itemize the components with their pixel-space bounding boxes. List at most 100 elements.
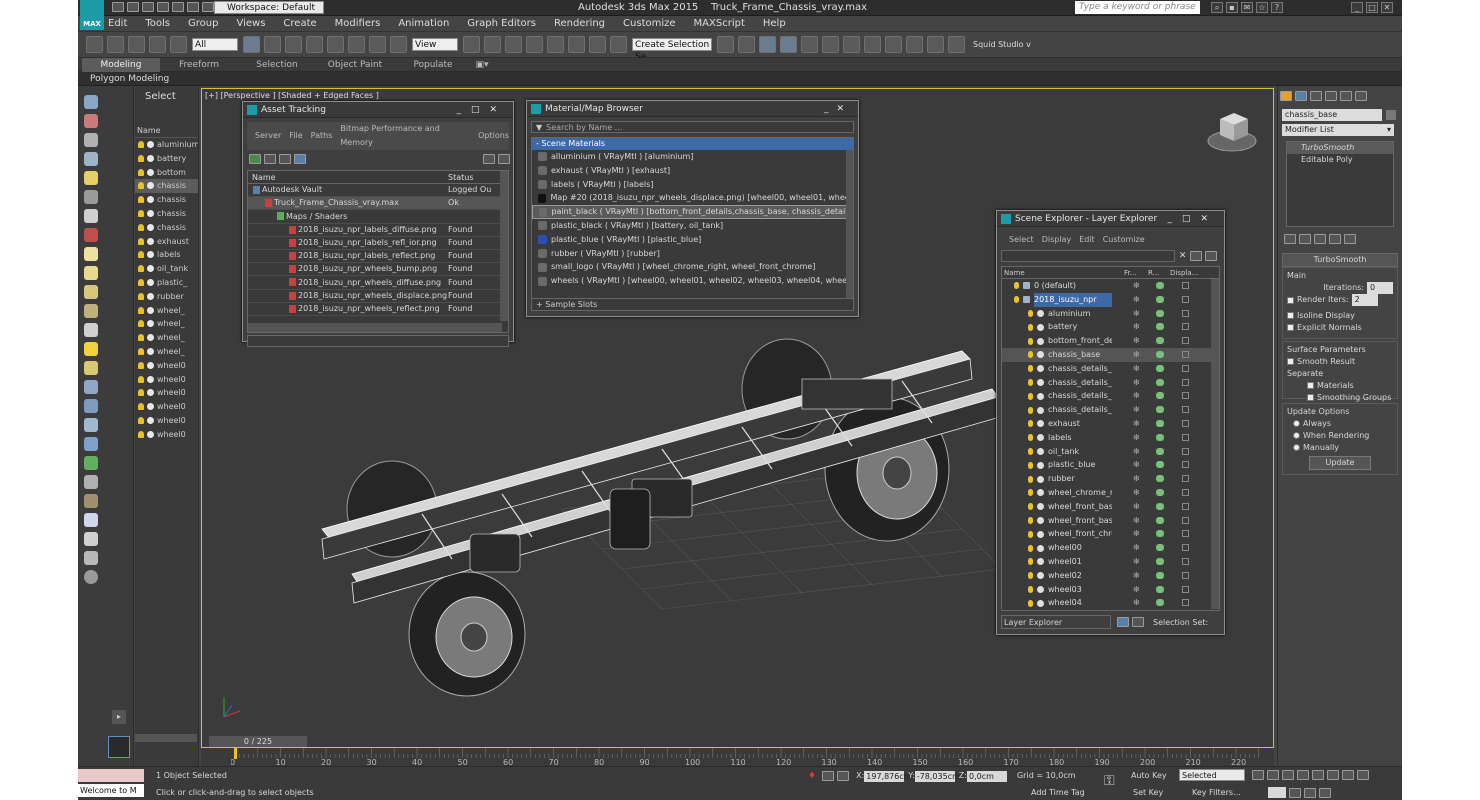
percent-snap-icon[interactable]: [568, 36, 585, 53]
visibility-bulb-icon[interactable]: [1028, 489, 1033, 497]
visibility-bulb-icon[interactable]: [1028, 420, 1033, 428]
list-item[interactable]: chassis: [135, 179, 198, 194]
visibility-bulb-icon[interactable]: [1028, 544, 1033, 552]
rendered-frame-icon[interactable]: [906, 36, 923, 53]
table-row[interactable]: 2018_isuzu_npr_labels_refl_ior.png Found: [248, 237, 508, 250]
menu-file[interactable]: File: [289, 129, 302, 143]
menu-tools[interactable]: Tools: [145, 16, 170, 32]
material-search-input[interactable]: Search by Name ...: [546, 123, 622, 132]
table-row[interactable]: Autodesk Vault Logged Ou: [248, 184, 508, 198]
isolate-selection-icon[interactable]: ♦: [808, 771, 816, 781]
table-row[interactable]: 2018_isuzu_npr_wheels_reflect.png Found: [248, 303, 508, 316]
list-item[interactable]: plastic_blue ( VRayMtl ) [plastic_blue]: [532, 233, 853, 247]
z-coordinate-field[interactable]: 0,0cm: [966, 770, 1007, 782]
list-item[interactable]: plastic_: [135, 276, 198, 290]
viewport-thumbnail[interactable]: [108, 736, 130, 758]
display-box-icon[interactable]: [1182, 557, 1189, 565]
table-row[interactable]: chassis_details_1 ✻: [1002, 362, 1219, 376]
menu-help[interactable]: Help: [763, 16, 786, 32]
particle-icon[interactable]: [84, 380, 98, 394]
materials-checkbox[interactable]: [1307, 382, 1314, 389]
list-item[interactable]: oil_tank: [135, 262, 198, 276]
display-box-icon[interactable]: [1182, 516, 1189, 524]
display-tab-icon[interactable]: [1340, 91, 1352, 101]
mirror-icon[interactable]: [717, 36, 734, 53]
display-box-icon[interactable]: [1182, 337, 1189, 345]
render-teapot-icon[interactable]: [1156, 282, 1164, 289]
freeze-icon[interactable]: ✻: [1133, 362, 1140, 376]
scene-explorer-icon[interactable]: [759, 36, 776, 53]
visibility-bulb-icon[interactable]: [1028, 337, 1033, 345]
scene-explorer-title[interactable]: Scene Explorer - Layer Explorer _□✕: [997, 211, 1224, 227]
render-teapot-icon[interactable]: [1156, 571, 1164, 579]
snaps-toggle-icon[interactable]: [526, 36, 543, 53]
render-production-icon[interactable]: [927, 36, 944, 53]
menu-display[interactable]: Display: [1042, 233, 1072, 247]
table-row[interactable]: wheel04 ✻: [1002, 596, 1219, 610]
column-header-freeze[interactable]: Fr...: [1124, 269, 1148, 277]
rectangular-selection-icon[interactable]: [285, 36, 302, 53]
visibility-bulb-icon[interactable]: [1028, 572, 1033, 580]
filter-icon[interactable]: [1205, 251, 1217, 261]
list-item[interactable]: rubber: [135, 290, 198, 304]
teapot-icon[interactable]: [84, 95, 98, 109]
tab-freeform[interactable]: Freeform: [160, 58, 238, 72]
list-item[interactable]: wheel0: [135, 428, 198, 442]
menu-customize[interactable]: Customize: [1103, 233, 1145, 247]
sort-hierarchy-icon[interactable]: [1132, 617, 1144, 627]
remove-modifier-icon[interactable]: [1329, 234, 1341, 244]
visibility-bulb-icon[interactable]: [1028, 434, 1033, 442]
tab-populate[interactable]: Populate: [394, 58, 472, 72]
ribbon-options-icon[interactable]: ▣▾: [472, 58, 492, 72]
display-box-icon[interactable]: [1182, 282, 1189, 289]
list-item[interactable]: small_logo ( VRayMtl ) [wheel_chrome_rig…: [532, 260, 853, 274]
freeze-icon[interactable]: ✻: [1133, 486, 1140, 500]
modify-tab-icon[interactable]: [1295, 91, 1307, 101]
visibility-bulb-icon[interactable]: [1028, 530, 1033, 538]
render-teapot-icon[interactable]: [1156, 475, 1164, 483]
box-icon[interactable]: [84, 247, 98, 261]
freeze-icon[interactable]: ✻: [1133, 334, 1140, 348]
material-editor-icon[interactable]: [864, 36, 881, 53]
select-by-name-icon[interactable]: [264, 36, 281, 53]
sphere-icon[interactable]: [84, 266, 98, 280]
freeze-icon[interactable]: ✻: [1133, 348, 1140, 362]
column-header-name[interactable]: Name: [248, 173, 448, 182]
display-box-icon[interactable]: [1182, 544, 1189, 552]
place-icon[interactable]: [390, 36, 407, 53]
pivot-center-icon[interactable]: [463, 36, 480, 53]
column-header-name[interactable]: Name: [135, 126, 198, 138]
select-object-icon[interactable]: [243, 36, 260, 53]
list-item[interactable]: Map #20 (2018_isuzu_npr_wheels_displace.…: [532, 191, 853, 205]
render-teapot-icon[interactable]: [1156, 406, 1164, 414]
options-arrow-icon[interactable]: ▼: [532, 123, 546, 132]
render-iters-spinner[interactable]: 2: [1351, 294, 1378, 306]
previous-frame-icon[interactable]: [1267, 770, 1279, 780]
select-manipulate-icon[interactable]: [484, 36, 501, 53]
time-config-icon[interactable]: [1289, 787, 1301, 798]
list-item[interactable]: rubber ( VRayMtl ) [rubber]: [532, 247, 853, 261]
display-box-icon[interactable]: [1182, 350, 1189, 358]
show-end-result-icon[interactable]: [1299, 234, 1311, 244]
link-icon[interactable]: [128, 36, 145, 53]
time-slider[interactable]: 0 / 225: [209, 736, 307, 747]
curve-editor-icon[interactable]: [822, 36, 839, 53]
tab-selection[interactable]: Selection: [238, 58, 316, 72]
menu-modifiers[interactable]: Modifiers: [335, 16, 381, 32]
help-icon[interactable]: [84, 570, 98, 584]
torus-icon[interactable]: [84, 304, 98, 318]
list-item[interactable]: paint_black ( VRayMtl ) [bottom_front_de…: [532, 205, 853, 219]
clear-search-icon[interactable]: ✕: [1179, 251, 1187, 261]
freeze-icon[interactable]: ✻: [1133, 376, 1140, 390]
column-header-name[interactable]: Name: [1002, 269, 1124, 277]
go-to-start-icon[interactable]: [1252, 770, 1264, 780]
visibility-bulb-icon[interactable]: [1028, 406, 1033, 414]
container-icon[interactable]: [84, 513, 98, 527]
close-button[interactable]: ✕: [1381, 2, 1393, 13]
list-item[interactable]: chassis: [135, 193, 198, 207]
render-teapot-icon[interactable]: [1156, 295, 1164, 303]
display-children-icon[interactable]: [84, 133, 98, 147]
list-item[interactable]: alluminium ( VRayMtl ) [aluminium]: [532, 150, 853, 164]
auto-key-button[interactable]: Auto Key: [1131, 770, 1167, 782]
graphite-ribbon-icon[interactable]: [801, 36, 818, 53]
